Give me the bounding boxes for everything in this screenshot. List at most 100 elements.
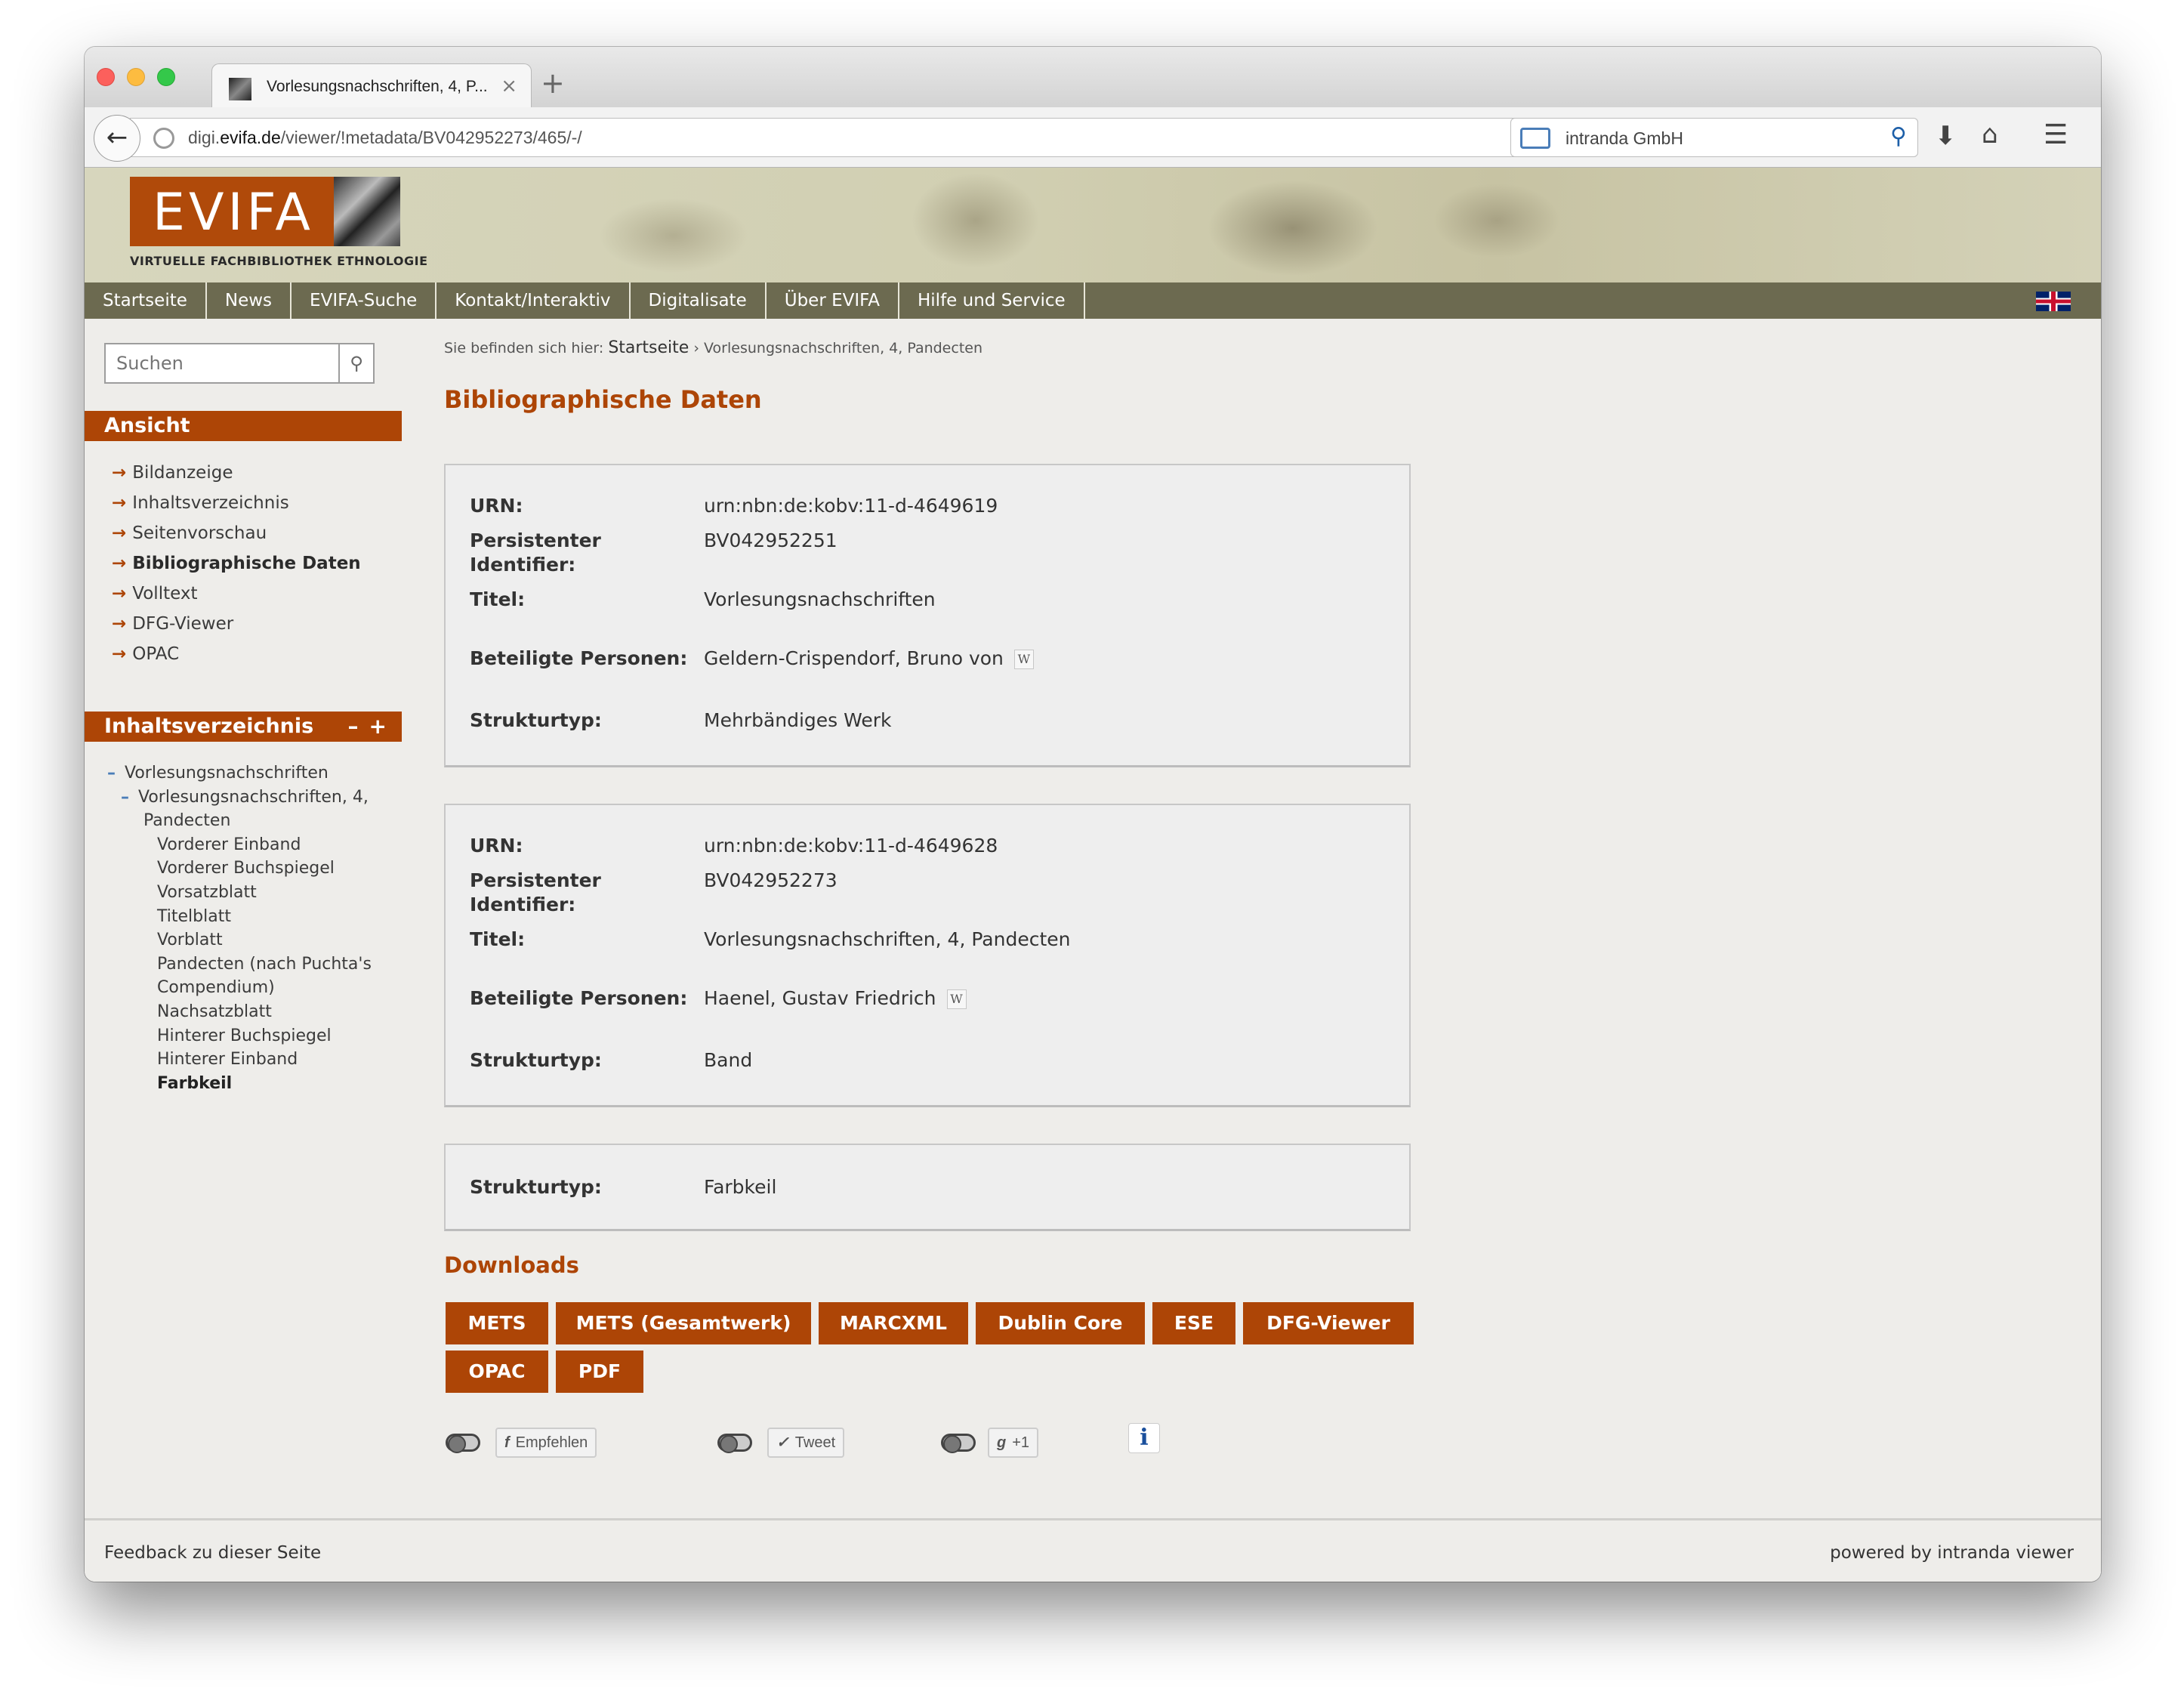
browser-tab[interactable]: Vorlesungsnachschriften, 4, P... × (211, 63, 532, 109)
wikipedia-icon[interactable]: W (1013, 650, 1034, 669)
url-text[interactable]: digi.evifa.de/viewer/!metadata/BV0429522… (188, 128, 582, 148)
breadcrumb-current: Vorlesungsnachschriften, 4, Pandecten (704, 340, 983, 357)
search-engine-icon[interactable] (1520, 128, 1550, 149)
toc-heading: Inhaltsverzeichnis –+ (85, 712, 402, 742)
info-icon[interactable]: i (1128, 1423, 1160, 1453)
view-item-bildanzeige[interactable]: → Bildanzeige (112, 458, 361, 488)
tab-close-icon[interactable]: × (501, 75, 517, 97)
facebook-like-button[interactable]: f Empfehlen (495, 1428, 597, 1458)
toc-item[interactable]: Hinterer Einband (107, 1048, 372, 1072)
toc-item[interactable]: Vorderer Buchspiegel (107, 857, 372, 881)
toc-item[interactable]: Vorsatzblatt (107, 881, 372, 905)
download-opac-button[interactable]: OPAC (446, 1351, 548, 1393)
nav-item-digitalisate[interactable]: Digitalisate (631, 282, 767, 319)
wikipedia-icon[interactable]: W (946, 989, 967, 1009)
menu-icon[interactable]: ☰ (2044, 119, 2068, 150)
toc-item[interactable]: Pandecten (nach Puchta's (107, 952, 372, 977)
zoom-window-button[interactable] (157, 68, 175, 86)
search-icon[interactable]: ⚲ (1890, 123, 1907, 150)
toc-item-continuation[interactable]: Pandecten (107, 809, 372, 833)
home-icon[interactable]: ⌂ (1982, 119, 1998, 150)
search-bar[interactable]: intranda GmbH ⚲ (1510, 118, 1918, 157)
metadata-box: URN: urn:nbn:de:kobv:11-d-4649619 Persis… (444, 464, 1411, 767)
view-item-seitenvorschau[interactable]: → Seitenvorschau (112, 518, 361, 548)
close-window-button[interactable] (97, 68, 115, 86)
nav-item-startseite[interactable]: Startseite (85, 282, 207, 319)
toc-item[interactable]: Hinterer Buchspiegel (107, 1024, 372, 1048)
ansicht-heading: Ansicht (85, 411, 402, 441)
title-label: Titel: (470, 588, 526, 610)
toc-item[interactable]: Titelblatt (107, 905, 372, 929)
toc-item-current[interactable]: Farbkeil (107, 1072, 372, 1096)
web-page: EVIFA VIRTUELLE FACHBIBLIOTHEK ETHNOLOGI… (85, 168, 2101, 1582)
twitter-icon: ✓ (776, 1434, 789, 1451)
download-pdf-button[interactable]: PDF (556, 1351, 643, 1393)
nav-item-evifa-suche[interactable]: EVIFA-Suche (292, 282, 437, 319)
search-engine-label: intranda GmbH (1566, 128, 1683, 148)
pid-value: BV042952273 (704, 869, 838, 891)
toc-item-continuation[interactable]: Compendium) (107, 976, 372, 1000)
feedback-link[interactable]: Feedback zu dieser Seite (104, 1543, 321, 1563)
gplus-privacy-toggle[interactable] (941, 1434, 976, 1453)
person-link[interactable]: Haenel, Gustav Friedrich (704, 987, 936, 1009)
toc-item[interactable]: Vorderer Einband (107, 833, 372, 857)
download-ese-button[interactable]: ESE (1152, 1302, 1235, 1344)
gplus-button[interactable]: g +1 (988, 1428, 1039, 1458)
facebook-privacy-toggle[interactable] (446, 1434, 480, 1453)
view-item-bibliographische-daten[interactable]: → Bibliographische Daten (112, 548, 361, 579)
new-tab-button[interactable]: + (541, 66, 565, 100)
persons-value: Geldern-Crispendorf, Bruno von W (704, 647, 1034, 671)
download-dfg-viewer-button[interactable]: DFG-Viewer (1243, 1302, 1414, 1344)
collapse-icon[interactable]: – (121, 788, 129, 807)
download-mets-button[interactable]: METS (446, 1302, 548, 1344)
nav-item-news[interactable]: News (207, 282, 292, 319)
breadcrumb-home-link[interactable]: Startseite (608, 338, 689, 357)
urn-label: URN: (470, 495, 523, 517)
page-footer: Feedback zu dieser Seite powered by intr… (85, 1518, 2101, 1582)
pid-label: Persistenter Identifier: (470, 869, 601, 915)
structtype-label: Strukturtyp: (470, 1176, 602, 1198)
download-dublin-core-button[interactable]: Dublin Core (976, 1302, 1145, 1344)
url-bar[interactable]: digi.evifa.de/viewer/!metadata/BV0429522… (130, 118, 1572, 157)
view-item-opac[interactable]: → OPAC (112, 639, 361, 669)
structtype-value: Farbkeil (704, 1176, 777, 1198)
arrow-right-icon: → (112, 554, 127, 573)
arrow-right-icon: → (112, 584, 127, 604)
site-banner: EVIFA VIRTUELLE FACHBIBLIOTHEK ETHNOLOGI… (85, 168, 2101, 282)
nav-item-ueber-evifa[interactable]: Über EVIFA (767, 282, 899, 319)
site-logo[interactable]: EVIFA (130, 177, 334, 246)
toc-item[interactable]: Vorblatt (107, 928, 372, 952)
persons-label: Beteiligte Personen: (470, 647, 688, 669)
nav-item-hilfe[interactable]: Hilfe und Service (899, 282, 1085, 319)
download-icon[interactable]: ⬇ (1935, 121, 1957, 151)
page-title: Bibliographische Daten (444, 385, 762, 414)
back-button[interactable]: ← (94, 115, 140, 162)
arrow-right-icon: → (112, 614, 127, 634)
view-item-volltext[interactable]: → Volltext (112, 579, 361, 609)
search-button[interactable]: ⚲ (338, 344, 373, 382)
view-item-dfg-viewer[interactable]: → DFG-Viewer (112, 609, 361, 639)
back-icon: ← (106, 122, 128, 153)
toc-item[interactable]: – Vorlesungsnachschriften, 4, (107, 786, 372, 810)
arrow-right-icon: → (112, 523, 127, 543)
sidebar-search: ⚲ (104, 343, 375, 384)
tweet-button[interactable]: ✓ Tweet (767, 1428, 845, 1458)
view-item-inhaltsverzeichnis[interactable]: → Inhaltsverzeichnis (112, 488, 361, 518)
browser-navbar: digi.evifa.de/viewer/!metadata/BV0429522… (85, 107, 2101, 168)
toc-item[interactable]: – Vorlesungsnachschriften (107, 761, 372, 786)
minimize-window-button[interactable] (127, 68, 145, 86)
toc-collapse-expand-buttons[interactable]: –+ (348, 712, 397, 742)
structtype-label: Strukturtyp: (470, 709, 602, 731)
toc-item[interactable]: Nachsatzblatt (107, 1000, 372, 1024)
metadata-box: URN: urn:nbn:de:kobv:11-d-4649628 Persis… (444, 804, 1411, 1107)
urn-value: urn:nbn:de:kobv:11-d-4649619 (704, 495, 998, 517)
download-marcxml-button[interactable]: MARCXML (819, 1302, 968, 1344)
person-link[interactable]: Geldern-Crispendorf, Bruno von (704, 647, 1004, 669)
collapse-icon[interactable]: – (107, 764, 116, 783)
nav-item-kontakt[interactable]: Kontakt/Interaktiv (436, 282, 631, 319)
twitter-privacy-toggle[interactable] (717, 1434, 752, 1453)
english-flag-icon[interactable] (2036, 292, 2071, 311)
urn-value: urn:nbn:de:kobv:11-d-4649628 (704, 835, 998, 857)
search-input[interactable] (106, 344, 337, 382)
download-mets-gesamtwerk-button[interactable]: METS (Gesamtwerk) (556, 1302, 811, 1344)
